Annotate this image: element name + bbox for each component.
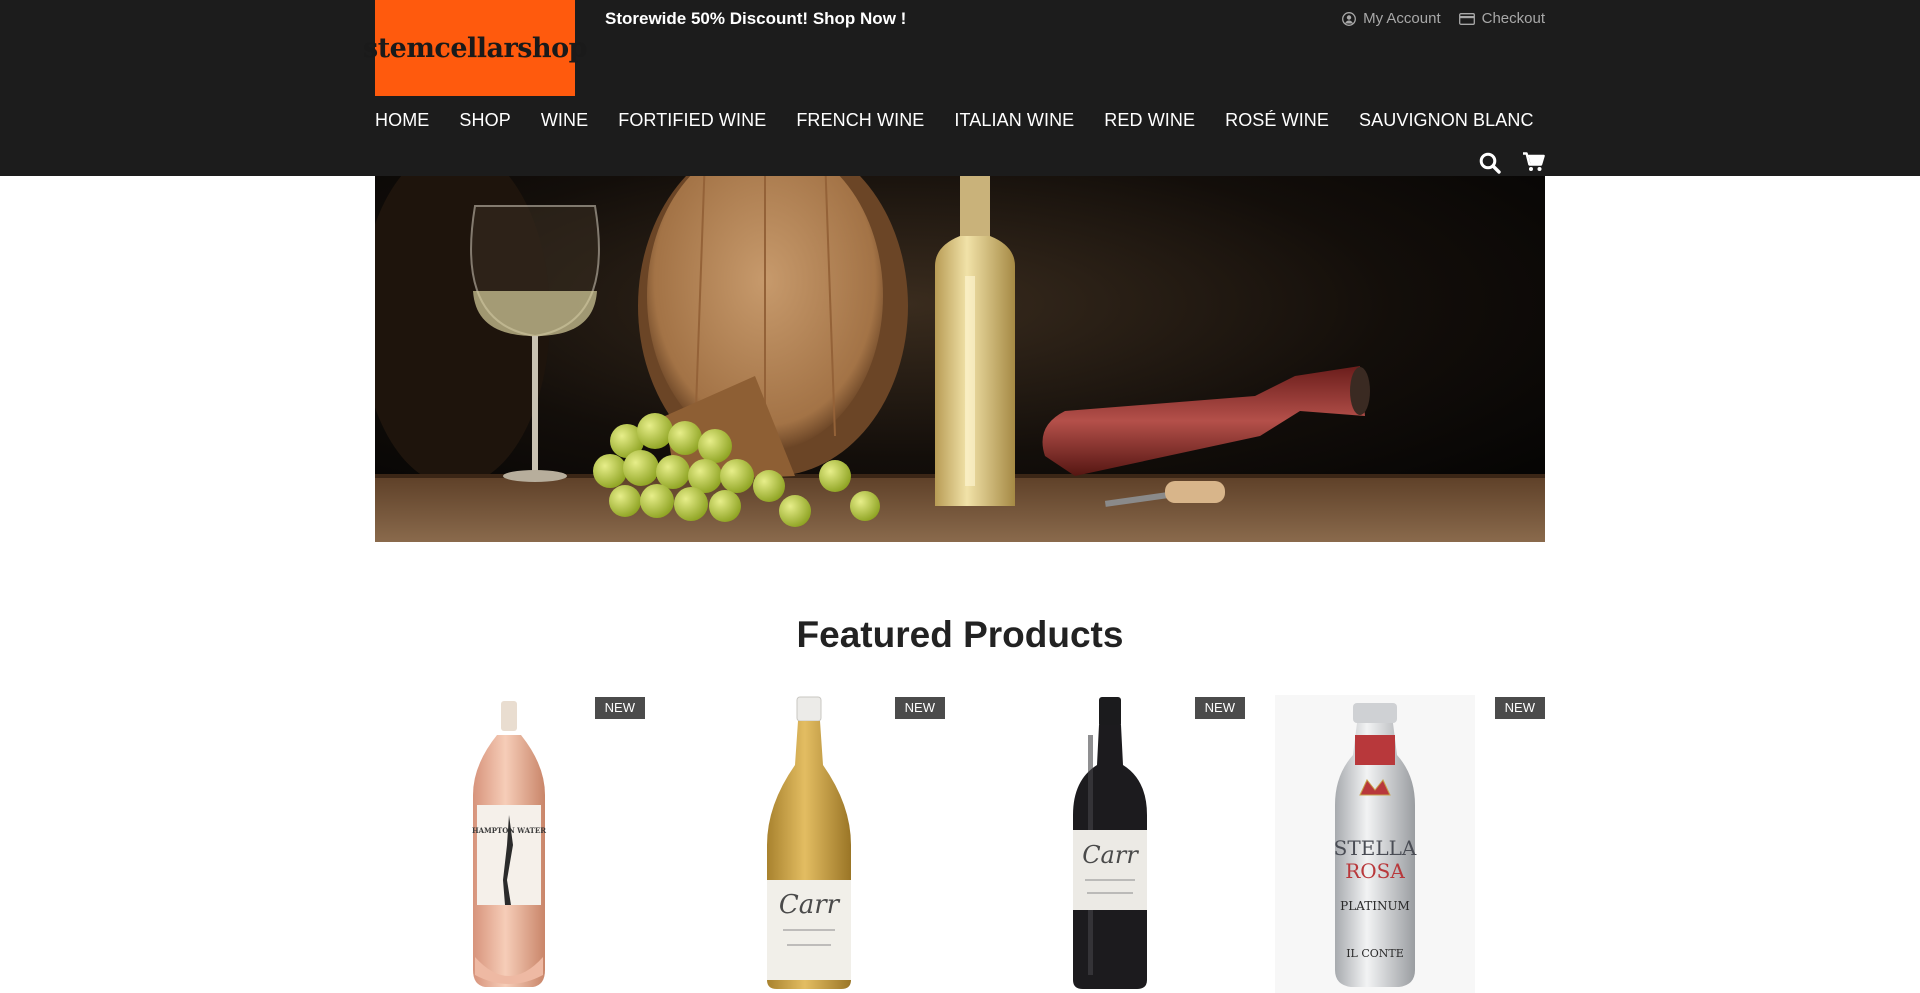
- new-badge: NEW: [894, 697, 945, 719]
- featured-products-title: Featured Products: [796, 614, 1124, 655]
- hero-image: [375, 176, 1545, 542]
- svg-text:Carr: Carr: [1082, 841, 1139, 869]
- nav-item-red-wine[interactable]: RED WINE: [1104, 110, 1195, 131]
- logo-text: stemcellarshop: [363, 32, 588, 64]
- svg-text:Carr: Carr: [779, 890, 841, 920]
- site-header: stemcellarshop Storewide 50% Discount! S…: [0, 0, 1920, 176]
- search-icon[interactable]: [1479, 152, 1501, 179]
- product-image-carr-red-bottle: Carr: [1073, 697, 1147, 989]
- cart-icon[interactable]: [1523, 152, 1545, 179]
- product-grid: HAMPTON WATER NEW Carr NEW Carr NEW STEL…: [375, 695, 1545, 993]
- new-badge: NEW: [594, 697, 645, 719]
- nav-item-sauvignon-blanc[interactable]: SAUVIGNON BLANC: [1359, 110, 1534, 131]
- product-image-rose-bottle: HAMPTON WATER: [472, 701, 546, 987]
- promo-banner-text[interactable]: Storewide 50% Discount! Shop Now !: [605, 9, 906, 29]
- new-badge: NEW: [1194, 697, 1245, 719]
- nav-item-french-wine[interactable]: FRENCH WINE: [796, 110, 924, 131]
- product-image-carr-white-bottle: Carr: [767, 696, 851, 989]
- nav-item-home[interactable]: HOME: [375, 110, 429, 131]
- my-account-link[interactable]: My Account: [1342, 10, 1441, 27]
- checkout-label: Checkout: [1481, 10, 1545, 27]
- product-card[interactable]: STELLA ROSA PLATINUM IL CONTE NEW: [1275, 695, 1545, 993]
- nav-item-wine[interactable]: WINE: [541, 110, 588, 131]
- product-image-stella-rosa-bottle: STELLA ROSA PLATINUM IL CONTE: [1275, 695, 1475, 993]
- checkout-link[interactable]: Checkout: [1458, 10, 1545, 27]
- nav-item-rose-wine[interactable]: ROSÉ WINE: [1225, 110, 1329, 131]
- new-badge: NEW: [1494, 697, 1545, 719]
- my-account-label: My Account: [1363, 10, 1441, 27]
- svg-text:ROSA: ROSA: [1345, 859, 1405, 883]
- nav-item-italian-wine[interactable]: ITALIAN WINE: [954, 110, 1074, 131]
- svg-text:PLATINUM: PLATINUM: [1340, 899, 1410, 913]
- account-links: My Account Checkout: [1342, 10, 1545, 27]
- site-logo[interactable]: stemcellarshop: [363, 0, 588, 96]
- product-card[interactable]: Carr NEW: [675, 695, 945, 993]
- nav-item-fortified-wine[interactable]: FORTIFIED WINE: [618, 110, 766, 131]
- svg-text:STELLA: STELLA: [1334, 836, 1417, 860]
- main-nav: HOME SHOP WINE FORTIFIED WINE FRENCH WIN…: [375, 110, 1564, 131]
- hero-banner[interactable]: [375, 176, 1545, 542]
- nav-item-shop[interactable]: SHOP: [459, 110, 510, 131]
- credit-card-icon: [1458, 12, 1475, 25]
- user-icon: [1342, 11, 1357, 26]
- product-card[interactable]: Carr NEW: [975, 695, 1245, 993]
- svg-text:IL CONTE: IL CONTE: [1346, 947, 1404, 960]
- product-card[interactable]: HAMPTON WATER NEW: [375, 695, 645, 993]
- header-actions: [1479, 152, 1545, 179]
